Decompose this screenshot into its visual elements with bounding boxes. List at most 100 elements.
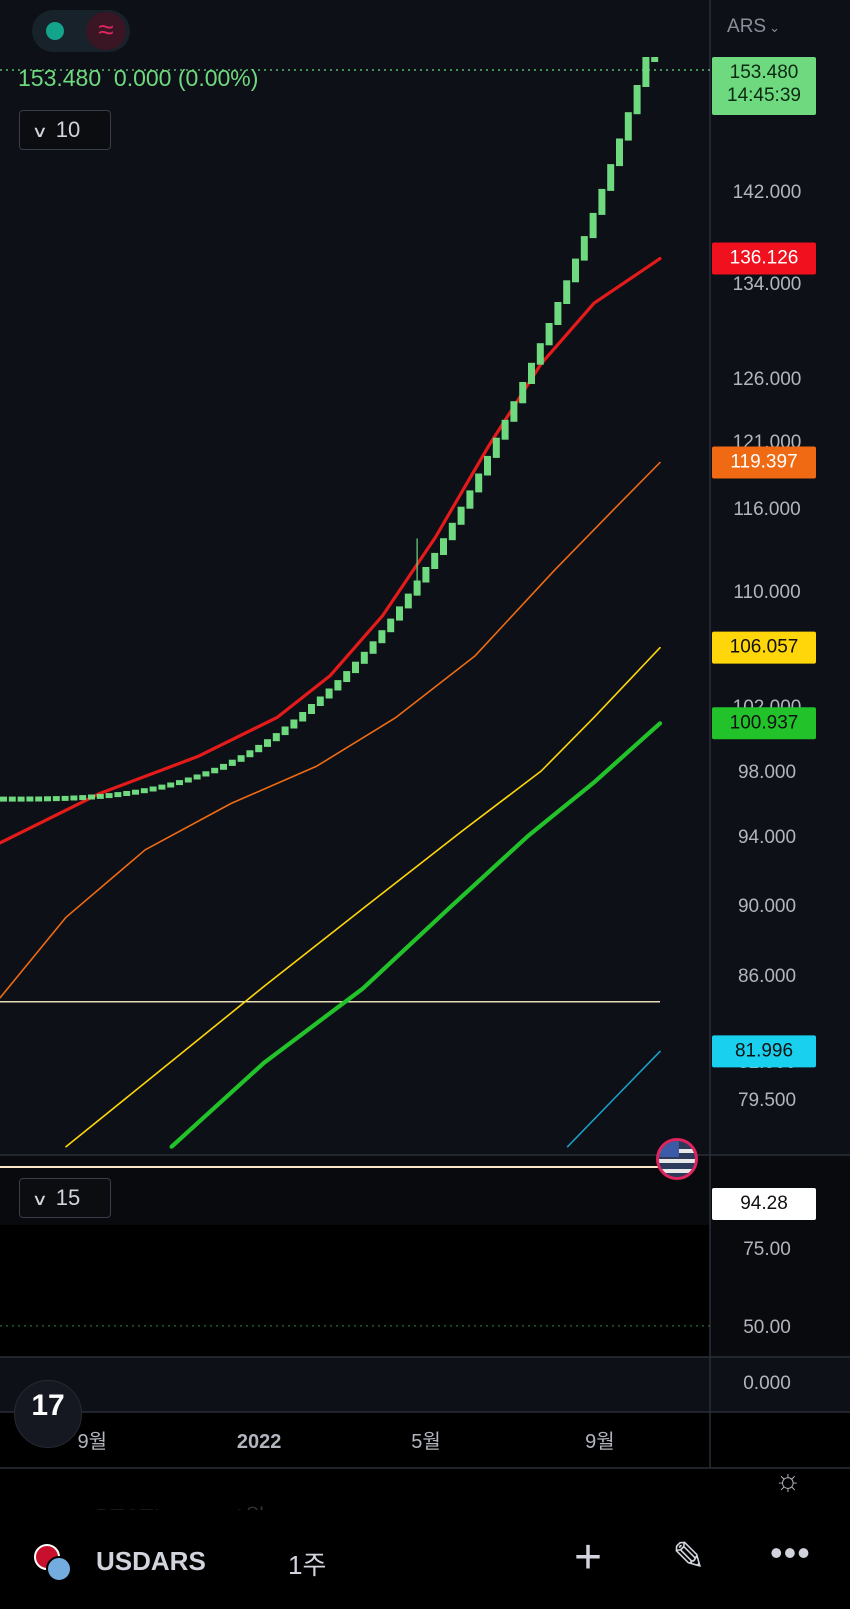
price-bar — [158, 784, 166, 790]
symbol-flags-icon[interactable] — [34, 1544, 72, 1582]
price-bar — [193, 774, 201, 780]
lower-tick-label: 50.00 — [743, 1317, 791, 1338]
series-value-tag: 100.937 — [730, 712, 799, 733]
price-bar — [308, 704, 315, 714]
currency-selector[interactable]: ARS ⌄ — [727, 16, 780, 38]
price-bar — [360, 651, 368, 664]
price-bar — [616, 138, 623, 167]
chart-canvas[interactable]: 9월 2022 5월 9월142.000134.000126.000121.00011… — [0, 0, 850, 1609]
main-pane-collapse-button[interactable]: ∨ 10 — [19, 110, 111, 150]
last-price-tag: 14:45:39 — [727, 85, 801, 106]
price-bar — [184, 777, 192, 783]
price-bar — [211, 767, 219, 774]
price-bar — [88, 794, 95, 800]
chevron-down-icon: ⌄ — [769, 20, 780, 35]
price-bar — [448, 522, 456, 541]
y-tick-label: 98.000 — [738, 762, 796, 783]
price-bar — [536, 343, 544, 365]
price-bar — [510, 401, 518, 422]
wave-icon[interactable]: ≈ — [86, 12, 126, 50]
price-bar — [440, 538, 447, 555]
y-tick-label: 90.000 — [738, 896, 796, 917]
bottom-pane-bg — [0, 1357, 850, 1412]
price-bar — [281, 726, 289, 736]
indicator-toggle-group[interactable]: ≈ — [32, 10, 130, 52]
price-bar — [44, 796, 51, 802]
price-bar — [202, 771, 210, 777]
price-bar — [220, 763, 227, 770]
price-bar — [572, 258, 579, 283]
price-bar — [334, 680, 342, 691]
price-bar — [580, 236, 588, 261]
price-bar — [264, 739, 271, 747]
price-bar — [96, 793, 104, 799]
price-bar — [272, 733, 280, 742]
price-bar — [563, 280, 571, 304]
price-bar — [17, 796, 25, 802]
tradingview-logo-icon[interactable]: 17 — [14, 1380, 82, 1448]
price-bar — [0, 796, 7, 802]
series-value-tag: 81.996 — [735, 1040, 793, 1061]
more-icon[interactable]: ••• — [770, 1532, 811, 1574]
price-bar — [404, 593, 412, 609]
price-bar — [554, 302, 562, 325]
price-bar — [70, 795, 78, 801]
price-bar — [255, 744, 263, 753]
main-pane-count: 10 — [55, 117, 81, 142]
x-tick-label: 9월 — [78, 1430, 108, 1453]
lower-pane-count: 15 — [55, 1185, 81, 1210]
series-value-tag: 106.057 — [730, 637, 799, 658]
pen-icon[interactable]: ✎ — [672, 1534, 706, 1580]
price-bar — [352, 661, 359, 674]
price-bar — [79, 795, 87, 801]
price-bar — [466, 490, 474, 509]
bottom-tick-label: 0.000 — [743, 1373, 791, 1394]
price-bar — [369, 641, 377, 654]
lower-value-tag: 94.28 — [740, 1193, 788, 1214]
y-tick-label: 126.000 — [733, 369, 802, 390]
symbol-button[interactable]: USDARS — [96, 1546, 206, 1577]
lower-tick-label: 75.00 — [743, 1239, 791, 1260]
price-bar — [343, 671, 351, 682]
price-bar — [237, 755, 245, 762]
price-bar — [8, 796, 16, 802]
price-bar — [651, 57, 659, 62]
price-bar — [607, 164, 615, 191]
price-bar — [149, 786, 157, 792]
y-tick-label: 142.000 — [733, 182, 802, 203]
price-bar — [633, 85, 641, 115]
currency-label: ARS — [727, 16, 767, 37]
price-bar — [545, 323, 553, 346]
price-bar — [387, 618, 395, 633]
price-bar — [140, 788, 148, 794]
chart-stage[interactable]: 9월 2022 5월 9월 142.000 134.000 126.000 121.000 11… — [0, 0, 850, 1609]
status-dot-icon[interactable] — [46, 22, 64, 40]
price-bar — [246, 750, 254, 758]
chevron-down-icon: ∨ — [31, 124, 49, 141]
plus-icon[interactable]: + — [574, 1530, 602, 1585]
price-bar — [528, 362, 535, 384]
interval-button[interactable]: 1주 — [288, 1545, 326, 1582]
y-tick-label: 134.000 — [733, 274, 802, 295]
price-bar — [519, 382, 527, 404]
price-bar — [105, 793, 113, 799]
price-bar — [422, 567, 430, 583]
gear-icon[interactable]: ☼ — [774, 1464, 802, 1498]
price-bar — [457, 506, 465, 525]
us-flag-icon[interactable] — [656, 1138, 698, 1180]
price-bar — [52, 796, 60, 802]
price-bar — [325, 688, 333, 699]
lower-pane-collapse-button[interactable]: ∨ 15 — [19, 1178, 111, 1218]
price-bar — [642, 57, 650, 87]
price-bar — [176, 780, 183, 786]
y-tick-label: 94.000 — [738, 827, 796, 848]
price-bar — [167, 782, 175, 788]
y-tick-label: 116.000 — [733, 499, 800, 520]
y-tick-label: 110.000 — [733, 582, 800, 603]
price-bar — [114, 792, 122, 798]
price-bar — [316, 696, 324, 706]
price-bar — [624, 112, 632, 141]
x-tick-label: 9월 — [585, 1430, 615, 1453]
price-bar — [378, 630, 386, 644]
ohlc-readout: 153.480 0.000 (0.00%) — [18, 65, 259, 91]
